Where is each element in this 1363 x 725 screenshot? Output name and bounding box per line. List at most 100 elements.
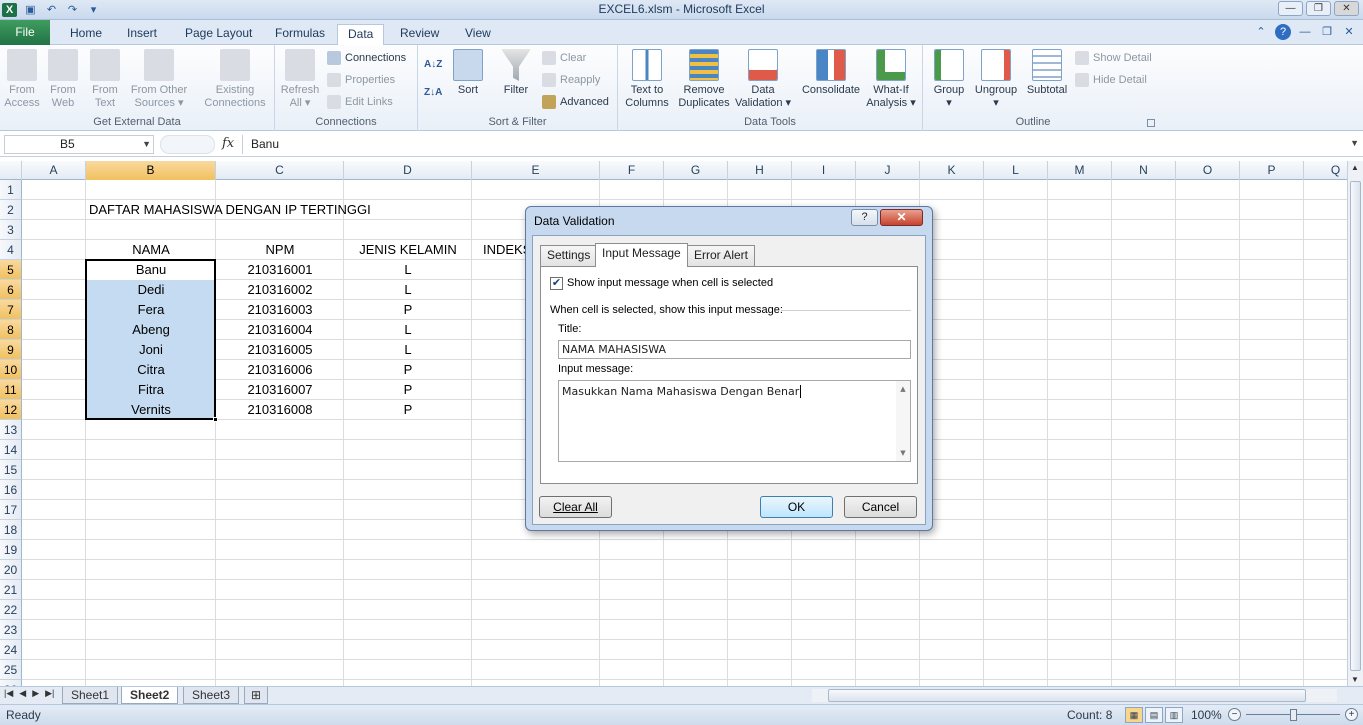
hide-detail-button[interactable]: Hide Detail [1075, 71, 1147, 89]
from-web-button[interactable]: From Web [46, 49, 80, 110]
clear-all-button[interactable]: Clear All [539, 496, 612, 518]
filter-button[interactable]: Filter [498, 49, 534, 97]
row-header-5[interactable]: 5 [0, 260, 22, 280]
row-header-7[interactable]: 7 [0, 300, 22, 320]
cell-d5[interactable]: L [344, 260, 472, 280]
cell-d9[interactable]: L [344, 340, 472, 360]
sheet-tab-sheet1[interactable]: Sheet1 [62, 687, 119, 704]
column-header-l[interactable]: L [984, 161, 1048, 180]
cell-c8[interactable]: 210316004 [216, 320, 344, 340]
tab-page-layout[interactable]: Page Layout [175, 24, 262, 45]
subtotal-button[interactable]: Subtotal [1023, 49, 1071, 97]
data-validation-button[interactable]: Data Validation ▾ [732, 49, 794, 110]
row-header-21[interactable]: 21 [0, 580, 22, 600]
row-header-4[interactable]: 4 [0, 240, 22, 260]
edit-links-button[interactable]: Edit Links [327, 93, 393, 111]
horizontal-scroll-thumb[interactable] [828, 689, 1306, 702]
input-message-textarea[interactable]: Masukkan Nama Mahasiswa Dengan Benar ▲ ▼ [558, 380, 911, 462]
close-button[interactable]: ✕ [1334, 1, 1359, 16]
cell-b11[interactable]: Fitra [86, 380, 216, 400]
row-header-22[interactable]: 22 [0, 600, 22, 620]
column-header-j[interactable]: J [856, 161, 920, 180]
row-header-6[interactable]: 6 [0, 280, 22, 300]
expand-formula-bar-icon[interactable]: ▼ [1350, 138, 1359, 148]
scroll-up-icon[interactable]: ▲ [1351, 163, 1359, 172]
column-header-c[interactable]: C [216, 161, 344, 180]
column-header-p[interactable]: P [1240, 161, 1304, 180]
doc-minimize-icon[interactable]: — [1297, 24, 1313, 40]
connections-button[interactable]: Connections [327, 49, 406, 67]
cell-c7[interactable]: 210316003 [216, 300, 344, 320]
column-header-e[interactable]: E [472, 161, 600, 180]
column-header-m[interactable]: M [1048, 161, 1112, 180]
doc-close-icon[interactable]: ✕ [1341, 24, 1357, 40]
cell-c6[interactable]: 210316002 [216, 280, 344, 300]
reapply-button[interactable]: Reapply [542, 71, 600, 89]
cell-d6[interactable]: L [344, 280, 472, 300]
existing-connections-button[interactable]: Existing Connections [200, 49, 270, 110]
column-header-i[interactable]: I [792, 161, 856, 180]
page-break-view-icon[interactable]: ▥ [1165, 707, 1183, 723]
column-header-b[interactable]: B [86, 161, 216, 180]
row-header-14[interactable]: 14 [0, 440, 22, 460]
remove-duplicates-button[interactable]: Remove Duplicates [676, 49, 732, 110]
page-layout-view-icon[interactable]: ▤ [1145, 707, 1163, 723]
row-header-23[interactable]: 23 [0, 620, 22, 640]
refresh-all-button[interactable]: Refresh All ▾ [279, 49, 321, 110]
textarea-scrollbar[interactable]: ▲ ▼ [896, 381, 910, 461]
vertical-scroll-thumb[interactable] [1350, 181, 1361, 671]
cell-c4[interactable]: NPM [216, 240, 344, 260]
sheet-tab-sheet3[interactable]: Sheet3 [183, 687, 240, 704]
vertical-scrollbar[interactable]: ▲ ▼ [1347, 161, 1363, 686]
column-header-h[interactable]: H [728, 161, 792, 180]
group-button[interactable]: Group ▾ [929, 49, 969, 110]
cell-b7[interactable]: Fera [86, 300, 216, 320]
zoom-out-icon[interactable]: − [1228, 708, 1241, 721]
cell-d11[interactable]: P [344, 380, 472, 400]
consolidate-button[interactable]: Consolidate [796, 49, 866, 97]
tab-insert[interactable]: Insert [117, 24, 167, 45]
cell-c5[interactable]: 210316001 [216, 260, 344, 280]
row-header-25[interactable]: 25 [0, 660, 22, 680]
dialog-close-button[interactable]: ✕ [880, 209, 923, 226]
zoom-level[interactable]: 100% [1191, 708, 1222, 722]
cancel-button[interactable]: Cancel [844, 496, 917, 518]
cell-b2[interactable]: DAFTAR MAHASISWA DENGAN IP TERTINGGI [86, 200, 371, 220]
row-header-11[interactable]: 11 [0, 380, 22, 400]
column-header-n[interactable]: N [1112, 161, 1176, 180]
cell-b4[interactable]: NAMA [86, 240, 216, 260]
horizontal-scrollbar[interactable] [812, 689, 1337, 702]
first-sheet-icon[interactable]: |◀ [4, 688, 13, 699]
advanced-filter-button[interactable]: Advanced [542, 93, 609, 111]
sort-a-z-button[interactable]: A↓Z [424, 55, 442, 73]
prev-sheet-icon[interactable]: ◀ [19, 688, 26, 699]
tab-input-message[interactable]: Input Message [595, 243, 688, 267]
minimize-ribbon-icon[interactable]: ⌃ [1253, 24, 1269, 40]
zoom-slider[interactable]: − + [1228, 708, 1358, 722]
row-header-9[interactable]: 9 [0, 340, 22, 360]
minimize-button[interactable]: — [1278, 1, 1303, 16]
normal-view-icon[interactable]: ▦ [1125, 707, 1143, 723]
text-to-columns-button[interactable]: Text to Columns [624, 49, 670, 110]
insert-function-button[interactable]: fx [222, 136, 234, 151]
cell-d4[interactable]: JENIS KELAMIN [344, 240, 472, 260]
row-header-19[interactable]: 19 [0, 540, 22, 560]
show-message-checkbox[interactable]: ✔ [550, 277, 563, 290]
column-header-f[interactable]: F [600, 161, 664, 180]
row-header-3[interactable]: 3 [0, 220, 22, 240]
row-header-15[interactable]: 15 [0, 460, 22, 480]
properties-button[interactable]: Properties [327, 71, 395, 89]
from-access-button[interactable]: From Access [4, 49, 40, 110]
show-detail-button[interactable]: Show Detail [1075, 49, 1152, 67]
tab-review[interactable]: Review [390, 24, 449, 45]
column-header-a[interactable]: A [22, 161, 86, 180]
tab-data[interactable]: Data [337, 24, 385, 45]
cell-b6[interactable]: Dedi [86, 280, 216, 300]
tab-view[interactable]: View [455, 24, 501, 45]
help-icon[interactable]: ? [1275, 24, 1291, 40]
cell-b10[interactable]: Citra [86, 360, 216, 380]
row-header-13[interactable]: 13 [0, 420, 22, 440]
tab-formulas[interactable]: Formulas [265, 24, 335, 45]
scroll-down-icon[interactable]: ▼ [1351, 675, 1359, 684]
row-header-2[interactable]: 2 [0, 200, 22, 220]
